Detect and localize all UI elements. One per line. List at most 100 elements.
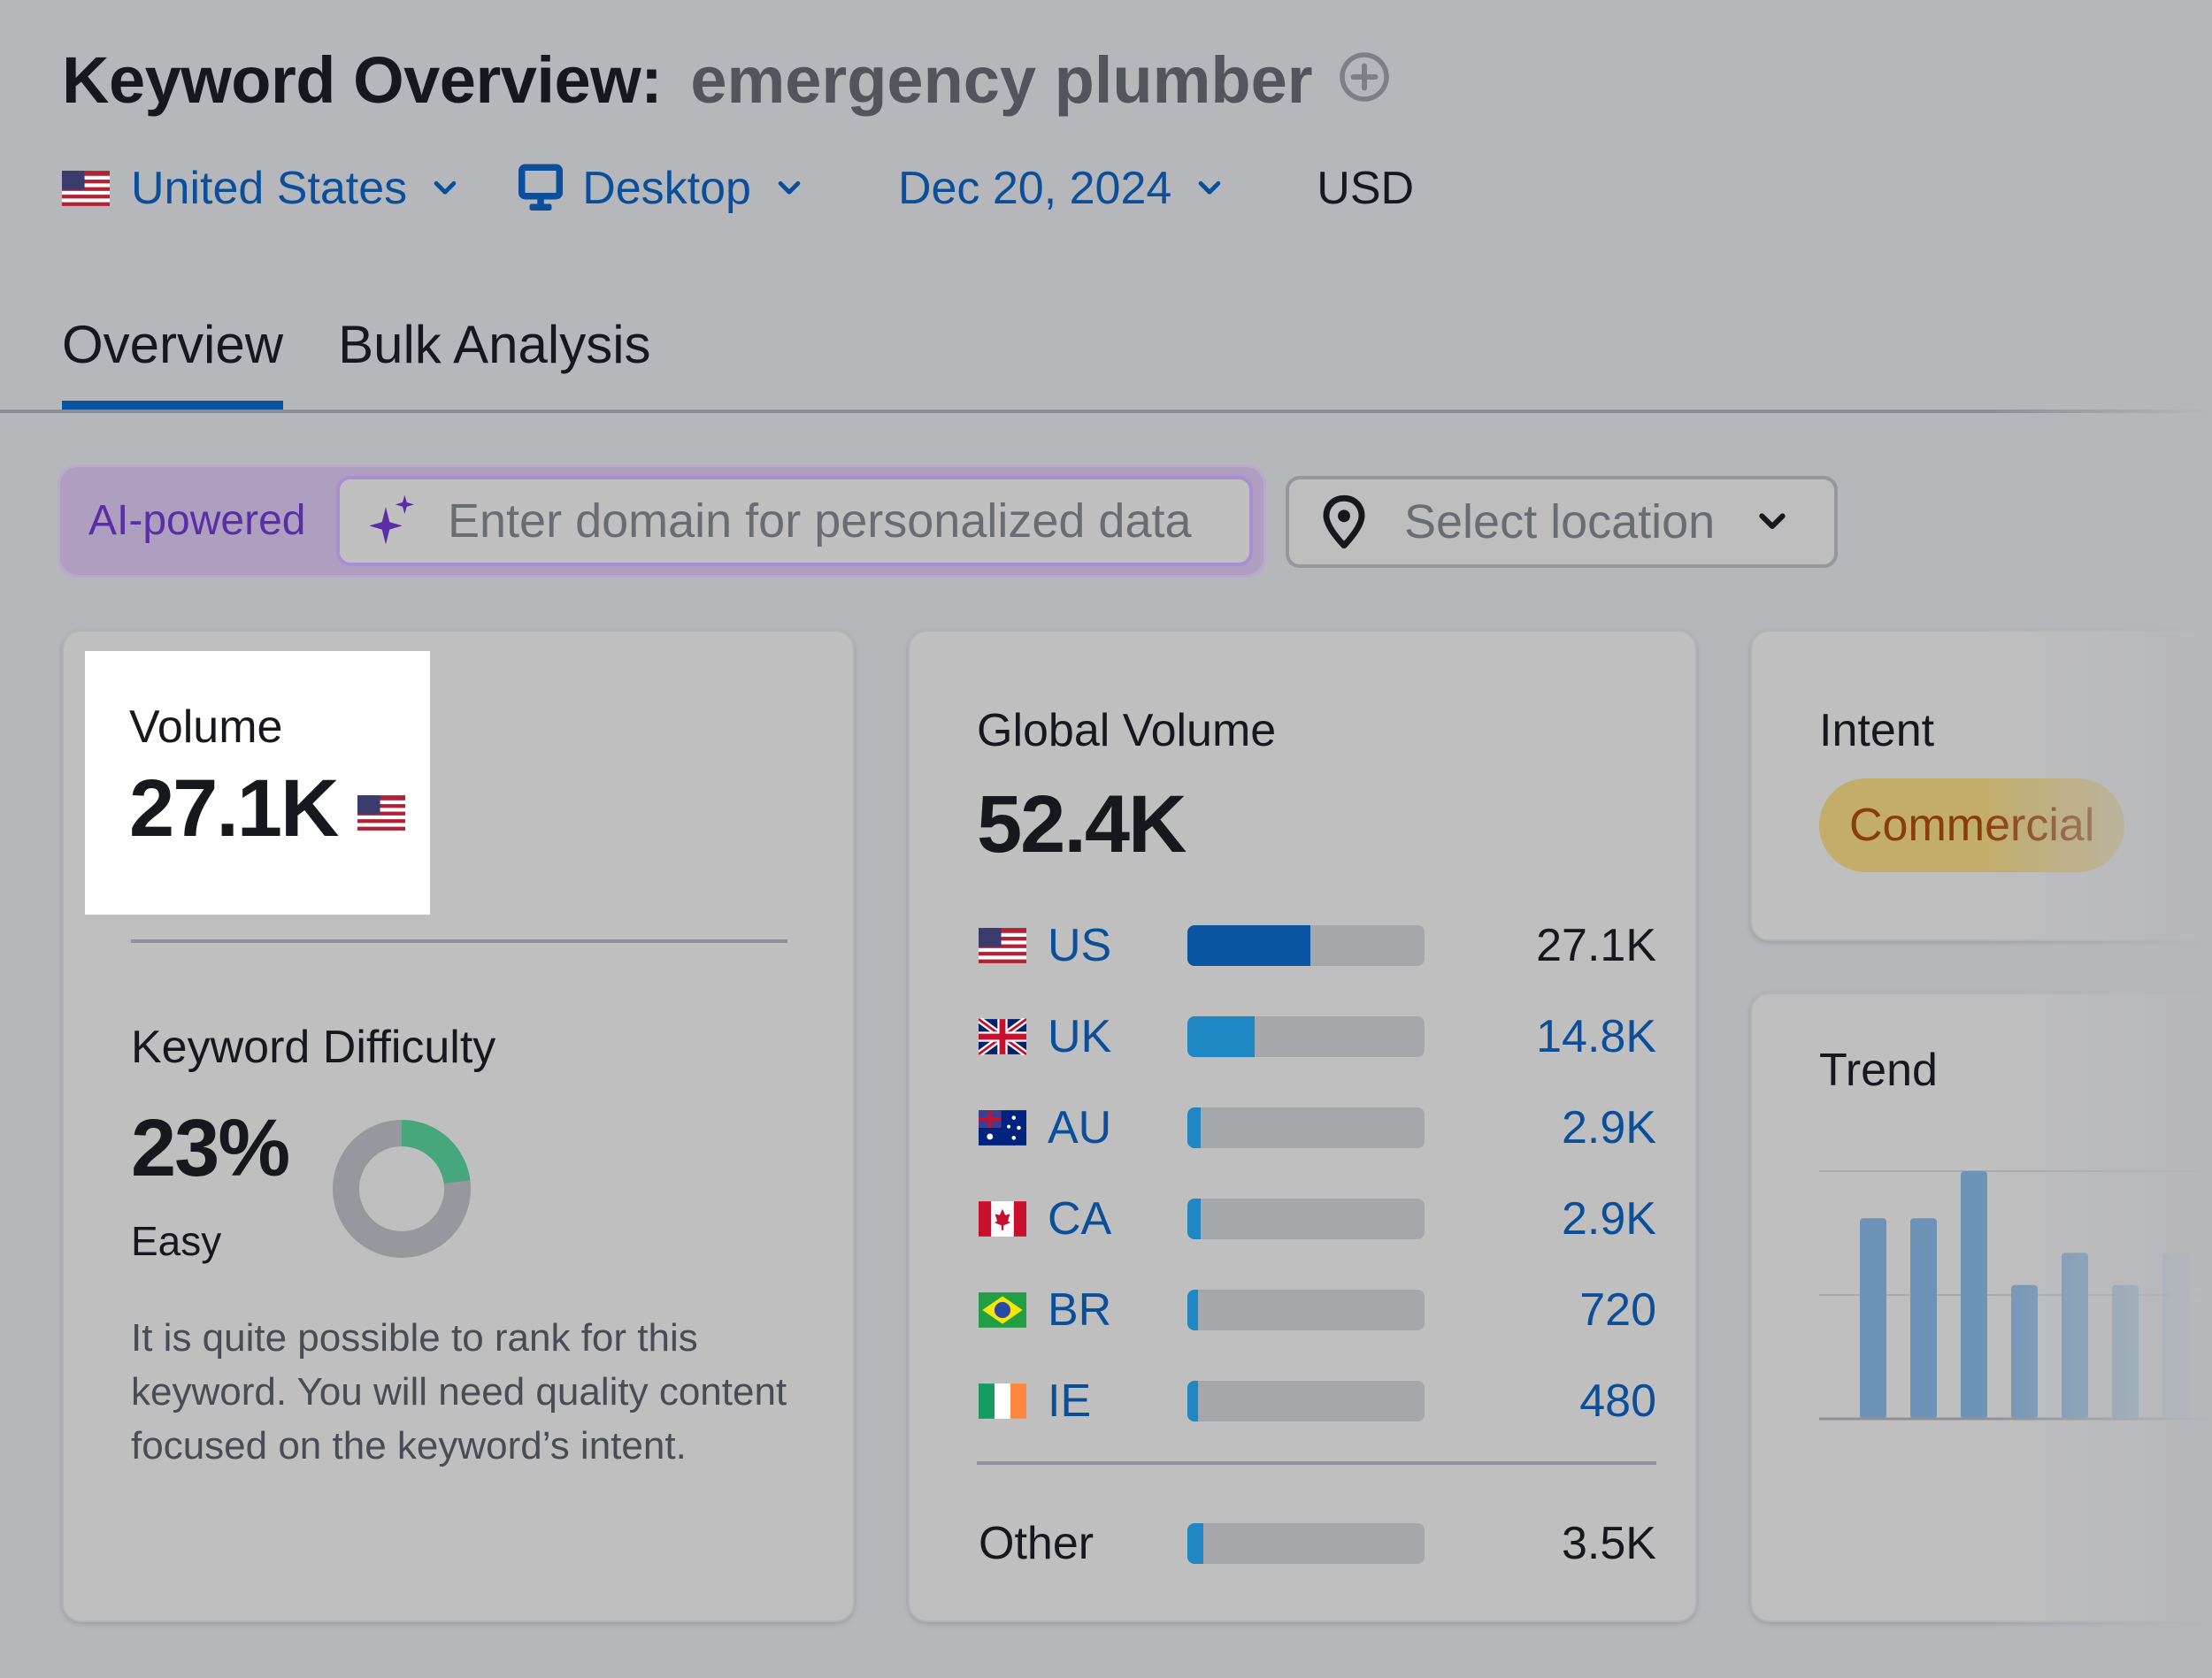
location-select[interactable]: Select location [1286, 476, 1838, 568]
device-select[interactable]: Desktop [518, 162, 804, 215]
country-bar-fill [1187, 925, 1310, 966]
country-row-ca: CA 2.9K [979, 1188, 1656, 1250]
date-label: Dec 20, 2024 [897, 163, 1172, 214]
domain-input[interactable] [446, 493, 1246, 549]
other-bar-fill [1187, 1523, 1203, 1564]
trend-bar[interactable] [2062, 1253, 2088, 1419]
country-row-us: US 27.1K [979, 915, 1656, 977]
other-value: 3.5K [1562, 1518, 1656, 1569]
page-title: Keyword Overview: [62, 42, 663, 117]
global-volume-label: Global Volume [977, 705, 1277, 756]
other-label: Other [979, 1518, 1094, 1569]
chevron-down-icon [778, 180, 801, 195]
country-row-br: BR 720 [979, 1279, 1656, 1341]
country-volume: 27.1K [1536, 920, 1656, 971]
trend-card: Trend [1750, 992, 2212, 1622]
volume-value-row: 27.1K [129, 762, 405, 855]
currency-label: USD [1317, 163, 1415, 214]
us-flag-icon [979, 928, 1026, 963]
country-volume[interactable]: 2.9K [1562, 1192, 1656, 1245]
country-code[interactable]: CA [1048, 1192, 1136, 1245]
country-row-other: Other 3.5K [979, 1513, 1656, 1575]
chevron-down-icon [434, 180, 457, 195]
us-flag-icon [357, 794, 405, 831]
kd-donut-fill [401, 1120, 471, 1184]
sparkle-icon [369, 494, 414, 545]
au-flag-icon [979, 1110, 1026, 1145]
country-bar [1187, 1290, 1425, 1330]
tab-bar: Overview Bulk Analysis [62, 305, 651, 411]
ai-domain-bar: AI-powered [60, 467, 1263, 575]
chevron-down-icon [1759, 513, 1786, 529]
device-label: Desktop [582, 163, 751, 214]
country-select[interactable]: United States [62, 162, 460, 215]
global-volume-value: 52.4K [977, 779, 1187, 870]
country-code[interactable]: IE [1048, 1375, 1136, 1428]
volume-label: Volume [129, 701, 283, 753]
country-row-uk: UK 14.8K [979, 1006, 1656, 1068]
trend-chart [1819, 1170, 2212, 1421]
tab-bulk-analysis[interactable]: Bulk Analysis [338, 305, 651, 410]
country-volume[interactable]: 14.8K [1536, 1010, 1656, 1063]
filters-toolbar: United States Desktop Dec 20, 2024 USD [62, 157, 1414, 219]
country-bar-fill [1187, 1199, 1201, 1239]
trend-bar[interactable] [1910, 1218, 1937, 1419]
intent-badge: Commercial [1819, 778, 2125, 872]
country-bar-fill [1187, 1381, 1199, 1421]
uk-flag-icon [979, 1018, 1026, 1055]
plus-circle-icon[interactable] [1338, 50, 1391, 103]
country-volume[interactable]: 2.9K [1562, 1101, 1656, 1154]
location-pin-icon [1323, 494, 1365, 549]
domain-input-wrapper[interactable] [336, 476, 1253, 566]
country-row-ie: IE 480 [979, 1370, 1656, 1432]
kd-rating: Easy [131, 1218, 222, 1264]
ca-flag-icon [979, 1201, 1026, 1237]
country-code[interactable]: AU [1048, 1101, 1136, 1154]
country-bar [1187, 925, 1425, 966]
tab-overview[interactable]: Overview [62, 305, 284, 410]
country-code[interactable]: US [1048, 919, 1136, 972]
kd-label: Keyword Difficulty [131, 1022, 496, 1073]
country-bar-fill [1187, 1016, 1255, 1057]
country-bar [1187, 1199, 1425, 1239]
country-volume[interactable]: 480 [1579, 1375, 1656, 1428]
other-bar [1187, 1523, 1425, 1564]
trend-bar[interactable] [1961, 1171, 1987, 1419]
ai-powered-badge: AI-powered [88, 497, 306, 544]
country-bar [1187, 1107, 1425, 1148]
volume-highlight: Volume 27.1K [85, 651, 430, 915]
ie-flag-icon [979, 1383, 1026, 1419]
global-volume-card: Global Volume 52.4K US 27.1K UK 14.8K AU 2.9K… [908, 630, 1697, 1622]
keyword-title: emergency plumber [690, 42, 1313, 117]
location-placeholder: Select location [1404, 495, 1716, 548]
page-header: Keyword Overview: emergency plumber [62, 35, 1391, 124]
card-divider [131, 939, 787, 943]
kd-value: 23% [131, 1103, 290, 1193]
date-select[interactable]: Dec 20, 2024 [898, 162, 1225, 215]
trend-bar[interactable] [2011, 1284, 2038, 1419]
chevron-down-icon [1198, 180, 1221, 195]
gv-divider [977, 1461, 1656, 1465]
volume-value: 27.1K [129, 763, 339, 854]
trend-title: Trend [1819, 1045, 1938, 1096]
us-flag-icon [62, 171, 110, 206]
br-flag-icon [979, 1292, 1026, 1328]
country-code[interactable]: UK [1048, 1010, 1136, 1063]
country-bar [1187, 1381, 1425, 1421]
kd-donut-chart [333, 1120, 471, 1258]
country-row-au: AU 2.9K [979, 1097, 1656, 1159]
trend-bar[interactable] [2112, 1284, 2139, 1419]
intent-card: Intent Commercial [1750, 630, 2212, 941]
kd-description: It is quite possible to rank for this ke… [131, 1316, 787, 1467]
country-bar [1187, 1016, 1425, 1057]
country-label: United States [131, 163, 408, 214]
country-bar-fill [1187, 1290, 1199, 1330]
country-volume[interactable]: 720 [1579, 1283, 1656, 1337]
tabs-divider [0, 410, 2212, 413]
intent-label: Intent [1819, 705, 1935, 756]
desktop-icon [518, 164, 564, 211]
country-code[interactable]: BR [1048, 1283, 1136, 1337]
country-bar-fill [1187, 1107, 1201, 1148]
trend-bar[interactable] [1860, 1218, 1886, 1419]
trend-bar[interactable] [2162, 1253, 2189, 1419]
